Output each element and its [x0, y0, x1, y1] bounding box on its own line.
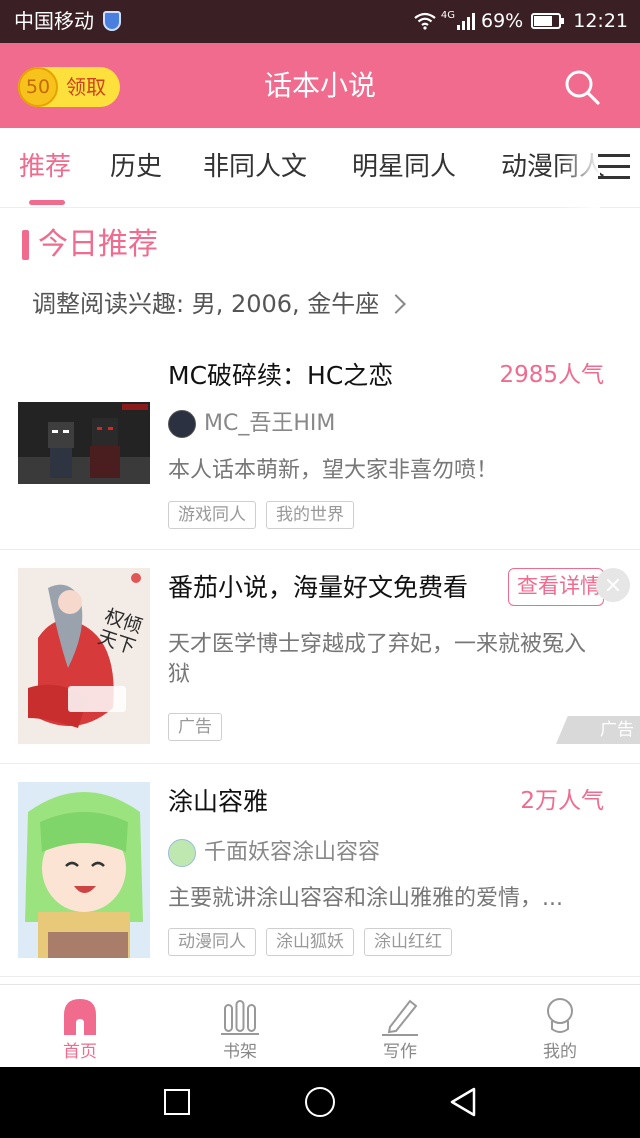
menu-icon[interactable]	[598, 154, 630, 182]
tag-list: 游戏同人 我的世界	[168, 501, 354, 529]
author-name: MC_吾王HIM	[204, 411, 336, 436]
author[interactable]: MC_吾王HIM	[168, 409, 335, 439]
ad-label: 广告	[556, 716, 640, 744]
ad-description: 天才医学博士穿越成了弃妃，一来就被冤入狱	[168, 632, 587, 687]
tag-list: 广告	[168, 713, 222, 741]
tag-list: 动漫同人 涂山狐妖 涂山红红	[168, 928, 452, 956]
divider	[0, 549, 640, 550]
tag[interactable]: 动漫同人	[168, 928, 256, 956]
book-title: MC破碎续：HC之恋	[168, 361, 394, 390]
nav-label: 书架	[223, 1042, 257, 1062]
pencil-icon	[382, 999, 418, 1036]
chevron-right-icon	[386, 294, 407, 314]
tag[interactable]: 我的世界	[266, 501, 354, 529]
divider	[0, 976, 640, 977]
nav-home[interactable]: 首页	[0, 985, 160, 1068]
app-title: 话本小说	[263, 69, 376, 102]
status-icons: 4G 69% 12:21	[413, 8, 628, 34]
ad-tag: 广告	[168, 713, 222, 741]
bottom-nav: 首页 书架 写作 我的	[0, 984, 640, 1067]
cover-image	[18, 782, 150, 958]
status-bar: 中国移动 4G 69% 12:21	[0, 0, 640, 43]
battery-icon	[531, 13, 565, 29]
network-type: 4G	[440, 10, 455, 21]
tab-history[interactable]: 历史	[110, 150, 162, 184]
tag[interactable]: 游戏同人	[168, 501, 256, 529]
search-icon[interactable]	[562, 67, 602, 107]
nav-label: 写作	[383, 1042, 417, 1062]
ad-cover: 权倾天下	[18, 568, 150, 744]
recent-apps-button[interactable]	[164, 1089, 190, 1115]
cover-image	[18, 402, 150, 484]
tag[interactable]: 涂山红红	[364, 928, 452, 956]
ad-title: 番茄小说，海量好文免费看	[168, 573, 469, 602]
active-tab-indicator	[29, 200, 65, 205]
home-button[interactable]	[305, 1087, 335, 1117]
tab-recommend[interactable]: 推荐	[19, 150, 71, 184]
carrier-name: 中国移动	[14, 9, 94, 33]
tab-fade	[560, 128, 600, 208]
ad-corner-text: 广告	[600, 720, 634, 740]
divider	[0, 763, 640, 764]
book-cover	[18, 402, 150, 484]
battery-percent: 69%	[481, 10, 524, 32]
wifi-icon	[414, 12, 436, 30]
tab-celebrity-fanfic[interactable]: 明星同人	[352, 150, 456, 184]
close-icon[interactable]	[596, 568, 630, 602]
nav-bookshelf[interactable]: 书架	[160, 985, 320, 1068]
profile-icon	[547, 998, 573, 1033]
view-details-button[interactable]: 查看详情	[508, 568, 604, 606]
book-description: 本人话本萌新，望大家非喜勿喷！	[168, 458, 499, 483]
clock: 12:21	[573, 10, 628, 32]
author[interactable]: 千面妖容涂山容容	[168, 838, 380, 868]
bookshelf-icon	[221, 1000, 259, 1035]
shield-icon	[103, 11, 121, 31]
nav-label: 首页	[63, 1042, 97, 1062]
author-name: 千面妖容涂山容容	[204, 840, 381, 865]
tab-original[interactable]: 非同人文	[203, 150, 307, 184]
system-nav-bar	[0, 1067, 640, 1138]
popularity-count: 2985人气	[499, 362, 604, 388]
section-title: 今日推荐	[38, 227, 158, 262]
avatar	[168, 410, 196, 438]
section-accent	[22, 230, 29, 260]
nav-write[interactable]: 写作	[320, 985, 480, 1068]
nav-profile[interactable]: 我的	[480, 985, 640, 1068]
interest-text: 调整阅读兴趣: 男, 2006, 金牛座	[32, 290, 380, 318]
app-header: 50 领取 话本小说	[0, 43, 640, 128]
category-tabs: 推荐 历史 非同人文 明星同人 动漫同人	[0, 128, 640, 208]
back-button[interactable]	[448, 1086, 478, 1118]
book-description: 主要就讲涂山容容和涂山雅雅的爱情，...	[168, 886, 563, 911]
adjust-interest-link[interactable]: 调整阅读兴趣: 男, 2006, 金牛座	[32, 288, 407, 320]
nav-label: 我的	[543, 1042, 577, 1062]
avatar	[168, 839, 196, 867]
tag[interactable]: 涂山狐妖	[266, 928, 354, 956]
book-title: 涂山容雅	[168, 787, 269, 816]
home-icon	[64, 999, 96, 1035]
popularity-count: 2万人气	[520, 788, 604, 814]
book-cover	[18, 782, 150, 958]
signal-icon	[457, 12, 475, 30]
